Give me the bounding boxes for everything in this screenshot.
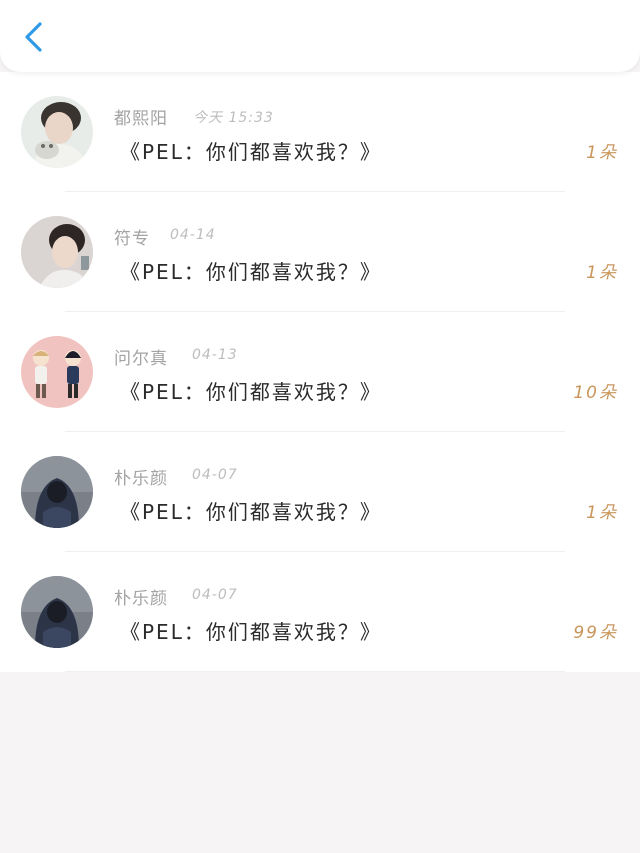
message-time: 04-07	[192, 587, 238, 603]
sender-name: 符专	[114, 229, 150, 249]
message-time: 04-14	[170, 227, 216, 243]
back-button[interactable]	[18, 18, 52, 56]
chevron-left-icon	[25, 22, 42, 52]
avatar[interactable]	[21, 456, 93, 528]
message-title: 《PEL：你们都喜欢我？》	[120, 620, 382, 644]
list-item[interactable]: 都熙阳 今天 15:33 《PEL：你们都喜欢我？》 1朵	[0, 72, 640, 192]
list-item[interactable]: 朴乐颜 04-07 《PEL：你们都喜欢我？》 1朵	[0, 432, 640, 552]
avatar[interactable]	[21, 576, 93, 648]
avatar[interactable]	[21, 216, 93, 288]
message-title: 《PEL：你们都喜欢我？》	[120, 380, 382, 404]
flower-count: 1朵	[586, 263, 618, 283]
flower-count: 99朵	[573, 623, 618, 643]
message-title: 《PEL：你们都喜欢我？》	[120, 500, 382, 524]
message-title: 《PEL：你们都喜欢我？》	[120, 140, 382, 164]
flower-count: 10朵	[573, 383, 618, 403]
sender-name: 都熙阳	[114, 109, 168, 129]
message-list: 都熙阳 今天 15:33 《PEL：你们都喜欢我？》 1朵 符专 04-14 《…	[0, 72, 640, 672]
flower-count: 1朵	[586, 503, 618, 523]
message-time: 今天 15:33	[193, 110, 274, 126]
list-item[interactable]: 符专 04-14 《PEL：你们都喜欢我？》 1朵	[0, 192, 640, 312]
message-title: 《PEL：你们都喜欢我？》	[120, 260, 382, 284]
sender-name: 朴乐颜	[114, 469, 168, 489]
divider	[65, 671, 565, 672]
list-item[interactable]: 问尔真 04-13 《PEL：你们都喜欢我？》 10朵	[0, 312, 640, 432]
avatar[interactable]	[21, 336, 93, 408]
list-item[interactable]: 朴乐颜 04-07 《PEL：你们都喜欢我？》 99朵	[0, 552, 640, 672]
sender-name: 问尔真	[114, 349, 168, 369]
sender-name: 朴乐颜	[114, 589, 168, 609]
avatar[interactable]	[21, 96, 93, 168]
flower-count: 1朵	[586, 143, 618, 163]
message-time: 04-13	[192, 347, 238, 363]
message-time: 04-07	[192, 467, 238, 483]
top-bar	[0, 0, 640, 72]
